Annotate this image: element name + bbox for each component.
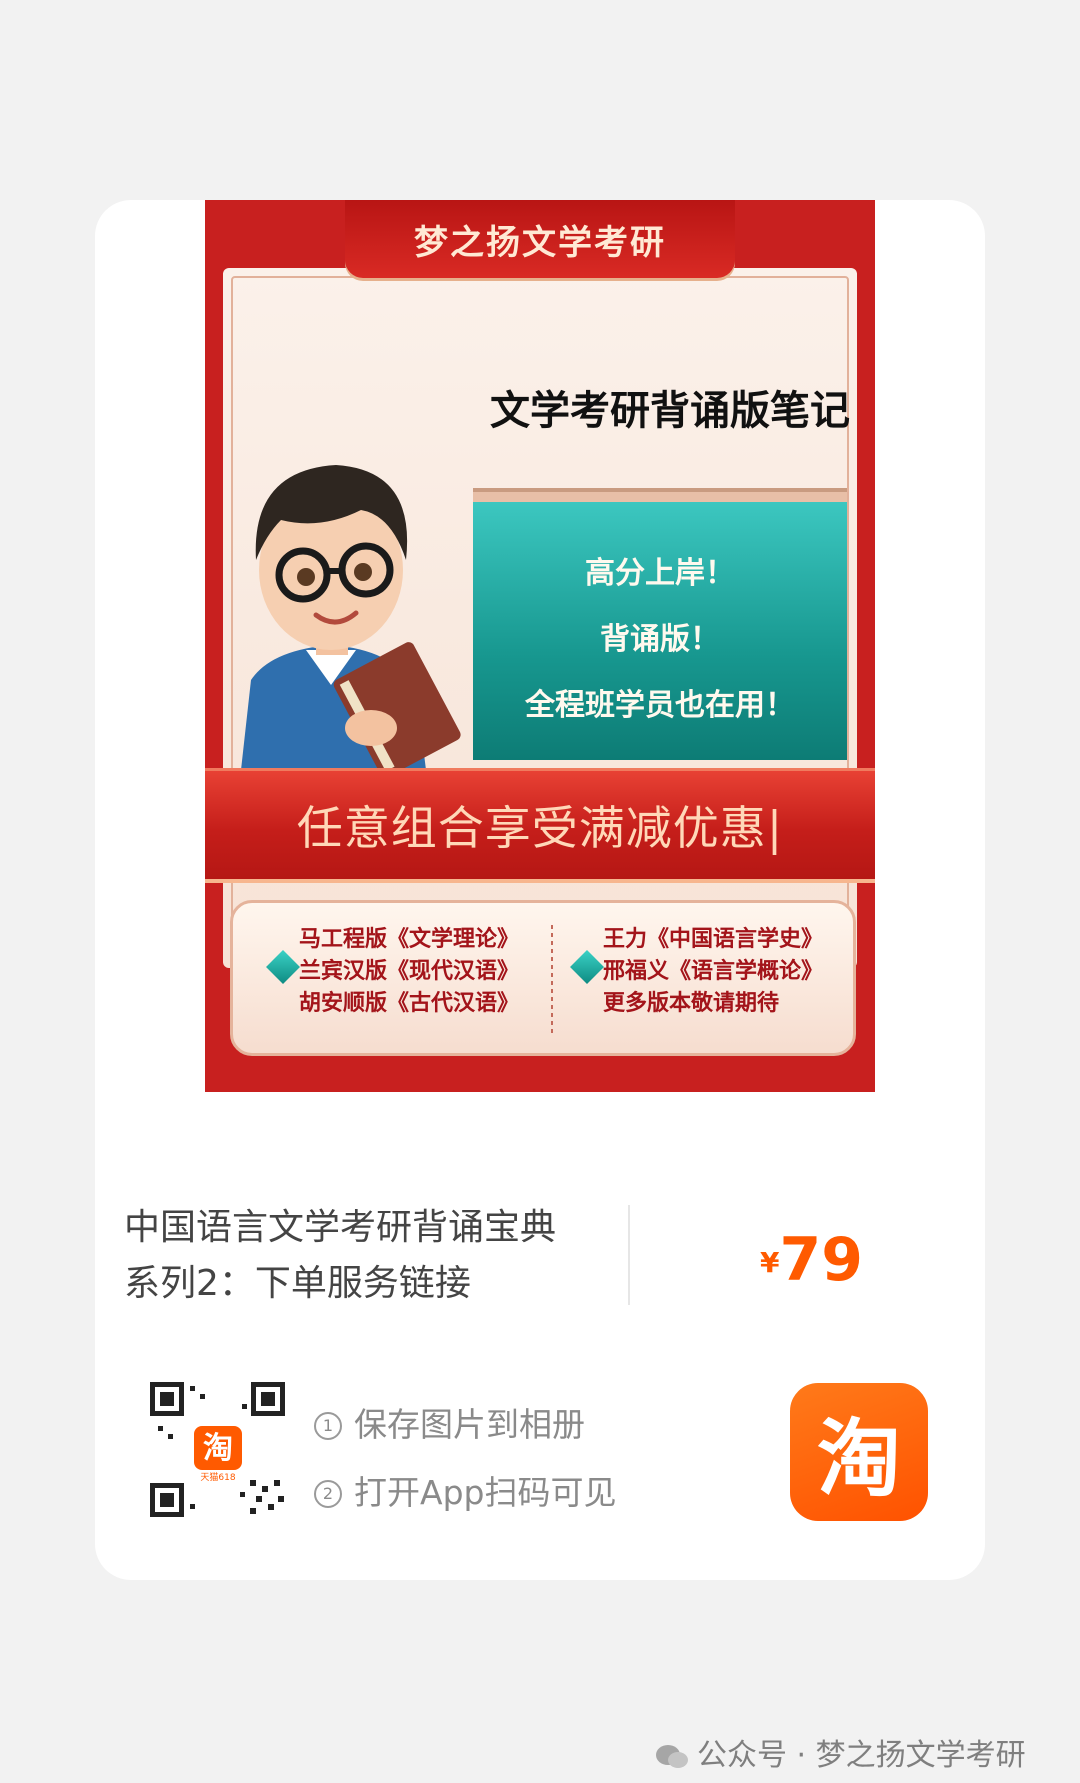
product-title-line-2: 系列2：下单服务链接: [124, 1263, 471, 1304]
product-title-line-1: 中国语言文学考研背诵宝典: [124, 1207, 557, 1248]
title-price-divider: [628, 1205, 630, 1305]
highlight-line-3: 全程班学员也在用！: [525, 688, 795, 723]
edition-item: 更多版本敬请期待: [603, 990, 780, 1016]
step-1-text: 保存图片到相册: [354, 1405, 585, 1444]
editions-right-list: 王力《中国语言学史》 邢福义《语言学概论》 更多版本敬请期待: [603, 923, 823, 1019]
promo-text: 任意组合享受满减优惠|: [296, 801, 784, 855]
price-value: 79: [779, 1225, 863, 1295]
poster-banner-text: 梦之扬文学考研: [414, 222, 666, 263]
edition-item: 马工程版《文学理论》: [299, 926, 520, 952]
qr-logo-caption: 天猫618: [200, 1471, 235, 1483]
instruction-step-1: 1 保存图片到相册: [314, 1398, 585, 1446]
taobao-app-icon[interactable]: 淘: [790, 1383, 928, 1521]
edition-item: 胡安顺版《古代汉语》: [299, 990, 520, 1016]
taobao-app-glyph: 淘: [816, 1409, 901, 1508]
editions-left-list: 马工程版《文学理论》 兰宾汉版《现代汉语》 胡安顺版《古代汉语》: [299, 923, 519, 1019]
qr-logo-text: 淘: [203, 1431, 233, 1466]
product-poster-image[interactable]: 梦之扬文学考研 文学考研背诵版笔记 高分上岸！ 背诵版！ 全程班学员也在用！ 任…: [205, 200, 875, 1092]
highlight-line-2: 背诵版！: [600, 622, 720, 657]
diamond-icon: [266, 950, 300, 984]
edition-item: 兰宾汉版《现代汉语》: [299, 958, 520, 984]
editions-divider: [551, 925, 553, 1035]
poster-highlight-box: 高分上岸！ 背诵版！ 全程班学员也在用！: [473, 492, 847, 760]
product-price: ¥79: [760, 1225, 863, 1295]
editions-panel: 马工程版《文学理论》 兰宾汉版《现代汉语》 胡安顺版《古代汉语》 王力《中国语言…: [230, 900, 856, 1056]
wechat-icon: [656, 1745, 688, 1768]
poster-banner: 梦之扬文学考研: [345, 200, 735, 278]
wechat-watermark: 公众号 · 梦之扬文学考研: [655, 1730, 1026, 1774]
step-2-text: 打开App扫码可见: [354, 1473, 617, 1512]
currency-symbol: ¥: [760, 1246, 780, 1279]
watermark-text: 公众号 · 梦之扬文学考研: [697, 1738, 1026, 1773]
diamond-icon: [570, 950, 604, 984]
edition-item: 王力《中国语言学史》: [603, 926, 824, 952]
student-character-illustration: [241, 465, 461, 770]
highlight-line-1: 高分上岸！: [585, 556, 735, 591]
edition-item: 邢福义《语言学概论》: [603, 958, 824, 984]
qr-code[interactable]: 淘 天猫618: [150, 1382, 285, 1517]
step-number-1: 1: [314, 1412, 342, 1440]
step-number-2: 2: [314, 1480, 342, 1508]
product-title[interactable]: 中国语言文学考研背诵宝典 系列2：下单服务链接: [124, 1200, 624, 1312]
poster-notes-title: 文学考研背诵版笔记: [490, 388, 850, 434]
instruction-step-2: 2 打开App扫码可见: [314, 1466, 616, 1514]
promo-banner: 任意组合享受满减优惠|: [205, 768, 875, 883]
